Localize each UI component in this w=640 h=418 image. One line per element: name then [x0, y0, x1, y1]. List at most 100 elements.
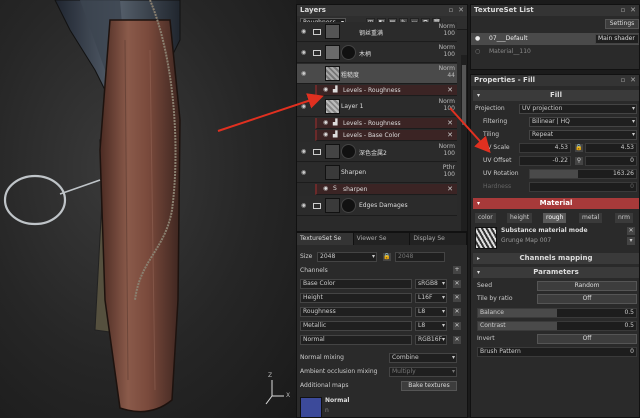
layer-row[interactable]: ◉ 深色金属2 Norm 100	[297, 142, 457, 162]
channel-format-dropdown[interactable]: sRGB8	[415, 279, 447, 289]
effect-visibility-icon[interactable]: ◉	[323, 119, 328, 126]
projection-dropdown[interactable]: UV projection	[519, 104, 637, 114]
effect-visibility-icon[interactable]: ◉	[323, 131, 328, 138]
channel-name: Base Color	[300, 279, 412, 289]
parameters-header[interactable]: ▾ Parameters	[473, 267, 639, 278]
substance-thumbnail[interactable]	[475, 227, 497, 249]
channel-format-dropdown[interactable]: L8	[415, 307, 447, 317]
visibility-icon[interactable]: ◉	[301, 70, 307, 77]
shader-dropdown[interactable]: Main shader	[595, 34, 639, 44]
tiling-dropdown[interactable]: Repeat	[529, 130, 637, 140]
layer-row[interactable]: ◉ Sharpen Pthr 100	[297, 163, 457, 183]
material-section-header[interactable]: ▾ Material	[473, 198, 639, 209]
layer-row[interactable]: ◉ Edges Damages	[297, 196, 457, 216]
layer-row[interactable]: ◉ Layer 1 Norm 100	[297, 97, 457, 117]
channel-toggle-metal[interactable]: metal	[579, 213, 603, 223]
remove-effect-icon[interactable]: ✕	[447, 185, 453, 193]
size-dropdown[interactable]: 2048	[317, 252, 377, 262]
remove-channel-icon[interactable]: ✕	[453, 322, 461, 330]
properties-title: Properties - Fill	[474, 76, 536, 84]
uv-offset-label: UV Offset	[483, 157, 512, 164]
properties-title-bar: Properties - Fill ▫ ✕	[471, 75, 639, 86]
effect-row[interactable]: ◉ ▟ Levels - Roughness ✕	[315, 85, 457, 96]
uv-rotation-fill	[530, 170, 578, 178]
remove-effect-icon[interactable]: ✕	[447, 131, 453, 139]
filtering-dropdown[interactable]: Bilinear | HQ	[529, 117, 637, 127]
effect-visibility-icon[interactable]: ◉	[323, 185, 328, 192]
close-icon[interactable]: ✕	[457, 6, 465, 14]
visibility-icon[interactable]: ◉	[301, 169, 307, 176]
effect-row[interactable]: ◉ ▟ Levels - Base Color ✕	[315, 130, 457, 141]
filtering-label: Filtering	[483, 118, 508, 125]
visibility-icon[interactable]: ◉	[301, 202, 307, 209]
channel-toggle-rough[interactable]: rough	[543, 213, 567, 223]
fill-section-header[interactable]: ▾ Fill	[473, 90, 639, 101]
channel-format-dropdown[interactable]: L8	[415, 321, 447, 331]
channels-mapping-header[interactable]: ▸ Channels mapping	[473, 253, 639, 264]
channel-toggle-color[interactable]: color	[475, 213, 496, 223]
undock-icon[interactable]: ▫	[447, 6, 455, 14]
tile-by-ratio-toggle[interactable]: Off	[537, 294, 637, 304]
3d-viewport[interactable]: Z X	[0, 0, 296, 418]
visibility-icon[interactable]: ◉	[301, 49, 307, 56]
channel-format-dropdown[interactable]: L16F	[415, 293, 447, 303]
brush-pattern-slider[interactable]: Brush Pattern 0	[477, 347, 637, 357]
resource-menu-icon[interactable]: ▾	[627, 237, 635, 245]
channel-name: Normal	[300, 335, 412, 345]
settings-button[interactable]: Settings	[605, 19, 639, 29]
layer-row[interactable]: ◉ 木柄 Norm 100	[297, 43, 457, 63]
remove-channel-icon[interactable]: ✕	[453, 308, 461, 316]
remove-effect-icon[interactable]: ✕	[447, 86, 453, 94]
layers-scrollbar[interactable]	[461, 55, 467, 231]
link-icon[interactable]: ⚲	[575, 157, 583, 165]
layer-row-selected[interactable]: ◉ 粗糙度 Norm 44	[297, 64, 457, 84]
effect-row[interactable]: ◉ S sharpen ✕	[315, 184, 457, 195]
remove-channel-icon[interactable]: ✕	[453, 336, 461, 344]
remove-resource-icon[interactable]: ✕	[627, 227, 635, 235]
add-channel-icon[interactable]: +	[453, 266, 461, 274]
visibility-icon[interactable]: ◉	[301, 28, 307, 35]
levels-icon: ▟	[333, 86, 338, 93]
layer-name: 深色金属2	[359, 150, 387, 157]
remove-channel-icon[interactable]: ✕	[453, 280, 461, 288]
balance-slider[interactable]: Balance 0.5	[477, 308, 637, 318]
scrollbar-thumb[interactable]	[462, 65, 466, 125]
channel-format-dropdown[interactable]: RGB16F	[415, 335, 447, 345]
close-icon[interactable]: ✕	[629, 6, 637, 14]
channel-toggle-height[interactable]: height	[507, 213, 533, 223]
effect-label: sharpen	[343, 186, 368, 193]
effect-visibility-icon[interactable]: ◉	[323, 86, 328, 93]
undock-icon[interactable]: ▫	[619, 76, 627, 84]
link-icon[interactable]: 🔒	[575, 144, 583, 152]
layer-row[interactable]: ◉ 钢丝重满 Norm 100	[297, 22, 457, 42]
invert-toggle[interactable]: Off	[537, 334, 637, 344]
texture-set-item-selected[interactable]: ● 07___Default Main shader	[471, 33, 639, 45]
remove-effect-icon[interactable]: ✕	[447, 119, 453, 127]
uv-offset-u-field[interactable]: -0.22	[519, 156, 571, 166]
normal-mixing-dropdown[interactable]: Combine	[389, 353, 457, 363]
remove-channel-icon[interactable]: ✕	[453, 294, 461, 302]
link-icon[interactable]: 🔒	[383, 253, 391, 261]
channel-toggle-nrm[interactable]: nrm	[615, 213, 634, 223]
close-icon[interactable]: ✕	[629, 76, 637, 84]
tab-texture-set-settings[interactable]: TextureSet Se	[297, 233, 354, 245]
tile-by-ratio-label: Tile by ratio	[477, 295, 513, 302]
normal-map-thumbnail[interactable]	[300, 397, 322, 417]
seed-random-button[interactable]: Random	[537, 281, 637, 291]
levels-icon: ▟	[333, 131, 338, 138]
uv-offset-v-field[interactable]: 0	[585, 156, 637, 166]
visibility-icon[interactable]: ◉	[301, 148, 307, 155]
undock-icon[interactable]: ▫	[619, 6, 627, 14]
visibility-icon[interactable]: ◉	[301, 103, 307, 110]
properties-body: ▾Fill Projection UV projection Filtering…	[471, 86, 639, 416]
contrast-slider[interactable]: Contrast 0.5	[477, 321, 637, 331]
effect-row[interactable]: ◉ ▟ Levels - Roughness ✕	[315, 118, 457, 129]
bake-textures-button[interactable]: Bake textures	[401, 381, 457, 391]
tab-display-settings[interactable]: Display Se	[410, 233, 467, 245]
uv-scale-u-field[interactable]: 4.53	[519, 143, 571, 153]
texture-set-item[interactable]: ○ Material__110	[471, 46, 639, 58]
texture-set-list: Settings ● 07___Default Main shader ○ Ma…	[471, 16, 639, 69]
uv-rotation-slider[interactable]: 163.26	[529, 169, 637, 179]
tab-viewer-settings[interactable]: Viewer Se	[354, 233, 411, 245]
uv-scale-v-field[interactable]: 4.53	[585, 143, 637, 153]
